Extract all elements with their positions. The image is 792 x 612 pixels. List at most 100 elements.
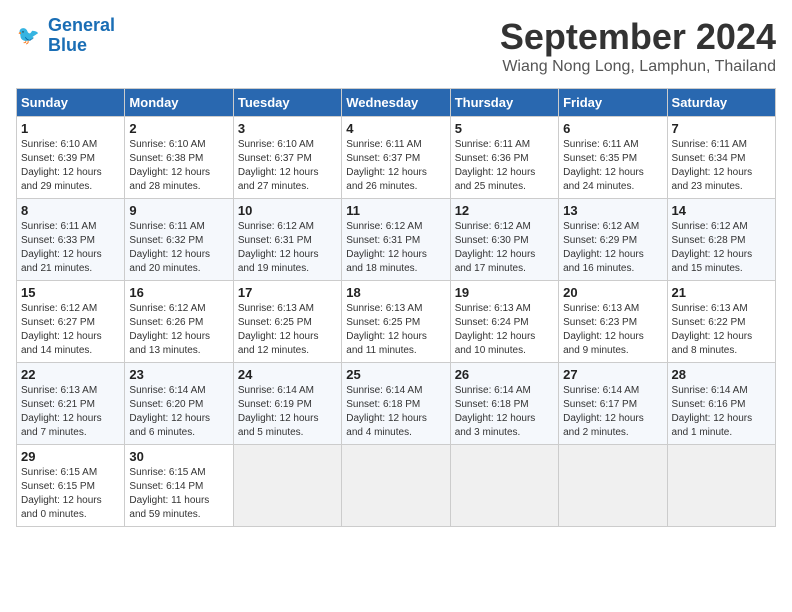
day-number: 25 xyxy=(346,367,445,382)
day-number: 7 xyxy=(672,121,771,136)
calendar-week-row: 15 Sunrise: 6:12 AMSunset: 6:27 PMDayligh… xyxy=(17,281,776,363)
day-number: 21 xyxy=(672,285,771,300)
day-number: 9 xyxy=(129,203,228,218)
calendar-cell: 28Sunrise: 6:14 AMSunset: 6:16 PMDayligh… xyxy=(667,363,775,445)
day-number: 24 xyxy=(238,367,337,382)
calendar-cell: 13 Sunrise: 6:12 AMSunset: 6:29 PMDayligh… xyxy=(559,199,667,281)
calendar-cell: 26 Sunrise: 6:14 AMSunset: 6:18 PMDayligh… xyxy=(450,363,558,445)
calendar-cell: 3 Sunrise: 6:10 AMSunset: 6:37 PMDaylight… xyxy=(233,117,341,199)
calendar-cell: 21 Sunrise: 6:13 AMSunset: 6:22 PMDayligh… xyxy=(667,281,775,363)
day-number: 15 xyxy=(21,285,120,300)
day-info: Sunrise: 6:14 AMSunset: 6:18 PMDaylight:… xyxy=(455,384,554,440)
calendar-cell: 30 Sunrise: 6:15 AMSunset: 6:14 PMDayligh… xyxy=(125,445,233,527)
calendar-cell xyxy=(233,445,341,527)
day-info: Sunrise: 6:13 AMSunset: 6:25 PMDaylight:… xyxy=(346,302,445,358)
calendar-cell: 15 Sunrise: 6:12 AMSunset: 6:27 PMDayligh… xyxy=(17,281,125,363)
day-info: Sunrise: 6:12 AMSunset: 6:31 PMDaylight:… xyxy=(346,220,445,276)
calendar-cell: 6 Sunrise: 6:11 AMSunset: 6:35 PMDaylight… xyxy=(559,117,667,199)
calendar-cell: 9 Sunrise: 6:11 AMSunset: 6:32 PMDaylight… xyxy=(125,199,233,281)
day-info: Sunrise: 6:13 AMSunset: 6:23 PMDaylight:… xyxy=(563,302,662,358)
day-info: Sunrise: 6:12 AMSunset: 6:28 PMDaylight:… xyxy=(672,220,771,276)
header-saturday: Saturday xyxy=(667,89,775,117)
calendar-cell: 14 Sunrise: 6:12 AMSunset: 6:28 PMDayligh… xyxy=(667,199,775,281)
calendar-cell: 10 Sunrise: 6:12 AMSunset: 6:31 PMDayligh… xyxy=(233,199,341,281)
calendar-week-row: 29Sunrise: 6:15 AMSunset: 6:15 PMDayligh… xyxy=(17,445,776,527)
day-info: Sunrise: 6:13 AMSunset: 6:24 PMDaylight:… xyxy=(455,302,554,358)
day-info: Sunrise: 6:12 AMSunset: 6:29 PMDaylight:… xyxy=(563,220,662,276)
day-number: 2 xyxy=(129,121,228,136)
day-number: 17 xyxy=(238,285,337,300)
day-number: 10 xyxy=(238,203,337,218)
page-header: 🐦 General Blue September 2024 Wiang Nong… xyxy=(16,16,776,76)
calendar-cell: 29Sunrise: 6:15 AMSunset: 6:15 PMDayligh… xyxy=(17,445,125,527)
calendar-cell xyxy=(342,445,450,527)
calendar-cell: 22 Sunrise: 6:13 AMSunset: 6:21 PMDayligh… xyxy=(17,363,125,445)
day-info: Sunrise: 6:13 AMSunset: 6:22 PMDaylight:… xyxy=(672,302,771,358)
day-info: Sunrise: 6:12 AMSunset: 6:30 PMDaylight:… xyxy=(455,220,554,276)
calendar-cell: 8 Sunrise: 6:11 AMSunset: 6:33 PMDaylight… xyxy=(17,199,125,281)
day-info: Sunrise: 6:11 AMSunset: 6:37 PMDaylight:… xyxy=(346,138,445,194)
logo: 🐦 General Blue xyxy=(16,16,115,56)
calendar-table: Sunday Monday Tuesday Wednesday Thursday… xyxy=(16,88,776,527)
day-number: 18 xyxy=(346,285,445,300)
day-info: Sunrise: 6:11 AMSunset: 6:32 PMDaylight:… xyxy=(129,220,228,276)
day-info: Sunrise: 6:12 AMSunset: 6:26 PMDaylight:… xyxy=(129,302,228,358)
calendar-cell: 12 Sunrise: 6:12 AMSunset: 6:30 PMDayligh… xyxy=(450,199,558,281)
calendar-cell: 24 Sunrise: 6:14 AMSunset: 6:19 PMDayligh… xyxy=(233,363,341,445)
day-info: Sunrise: 6:15 AMSunset: 6:14 PMDaylight:… xyxy=(129,466,228,522)
day-info: Sunrise: 6:11 AMSunset: 6:35 PMDaylight:… xyxy=(563,138,662,194)
day-number: 22 xyxy=(21,367,120,382)
day-number: 23 xyxy=(129,367,228,382)
logo-bird-icon: 🐦 xyxy=(16,22,44,50)
calendar-subtitle: Wiang Nong Long, Lamphun, Thailand xyxy=(500,58,776,76)
day-number: 16 xyxy=(129,285,228,300)
day-info: Sunrise: 6:14 AMSunset: 6:19 PMDaylight:… xyxy=(238,384,337,440)
day-number: 6 xyxy=(563,121,662,136)
day-info: Sunrise: 6:10 AMSunset: 6:38 PMDaylight:… xyxy=(129,138,228,194)
header-wednesday: Wednesday xyxy=(342,89,450,117)
day-info: Sunrise: 6:14 AMSunset: 6:17 PMDaylight:… xyxy=(563,384,662,440)
calendar-cell xyxy=(450,445,558,527)
calendar-title: September 2024 xyxy=(500,16,776,58)
day-number: 4 xyxy=(346,121,445,136)
header-sunday: Sunday xyxy=(17,89,125,117)
day-number: 19 xyxy=(455,285,554,300)
day-info: Sunrise: 6:14 AMSunset: 6:20 PMDaylight:… xyxy=(129,384,228,440)
calendar-cell: 4 Sunrise: 6:11 AMSunset: 6:37 PMDaylight… xyxy=(342,117,450,199)
day-number: 11 xyxy=(346,203,445,218)
calendar-cell xyxy=(667,445,775,527)
calendar-cell: 18 Sunrise: 6:13 AMSunset: 6:25 PMDayligh… xyxy=(342,281,450,363)
logo-text: General Blue xyxy=(48,16,115,56)
day-number: 3 xyxy=(238,121,337,136)
day-number: 8 xyxy=(21,203,120,218)
day-number: 26 xyxy=(455,367,554,382)
calendar-cell: 11 Sunrise: 6:12 AMSunset: 6:31 PMDayligh… xyxy=(342,199,450,281)
weekday-header-row: Sunday Monday Tuesday Wednesday Thursday… xyxy=(17,89,776,117)
day-info: Sunrise: 6:10 AMSunset: 6:39 PMDaylight:… xyxy=(21,138,120,194)
calendar-week-row: 8 Sunrise: 6:11 AMSunset: 6:33 PMDaylight… xyxy=(17,199,776,281)
day-number: 12 xyxy=(455,203,554,218)
day-number: 5 xyxy=(455,121,554,136)
day-info: Sunrise: 6:12 AMSunset: 6:31 PMDaylight:… xyxy=(238,220,337,276)
calendar-cell: 7 Sunrise: 6:11 AMSunset: 6:34 PMDaylight… xyxy=(667,117,775,199)
day-info: Sunrise: 6:13 AMSunset: 6:25 PMDaylight:… xyxy=(238,302,337,358)
day-info: Sunrise: 6:11 AMSunset: 6:33 PMDaylight:… xyxy=(21,220,120,276)
day-info: Sunrise: 6:13 AMSunset: 6:21 PMDaylight:… xyxy=(21,384,120,440)
calendar-cell xyxy=(559,445,667,527)
calendar-cell: 5Sunrise: 6:11 AMSunset: 6:36 PMDaylight… xyxy=(450,117,558,199)
day-number: 27 xyxy=(563,367,662,382)
title-block: September 2024 Wiang Nong Long, Lamphun,… xyxy=(500,16,776,76)
day-number: 30 xyxy=(129,449,228,464)
header-tuesday: Tuesday xyxy=(233,89,341,117)
day-info: Sunrise: 6:11 AMSunset: 6:34 PMDaylight:… xyxy=(672,138,771,194)
calendar-week-row: 22 Sunrise: 6:13 AMSunset: 6:21 PMDayligh… xyxy=(17,363,776,445)
calendar-cell: 1Sunrise: 6:10 AMSunset: 6:39 PMDaylight… xyxy=(17,117,125,199)
day-info: Sunrise: 6:10 AMSunset: 6:37 PMDaylight:… xyxy=(238,138,337,194)
day-number: 29 xyxy=(21,449,120,464)
calendar-cell: 23 Sunrise: 6:14 AMSunset: 6:20 PMDayligh… xyxy=(125,363,233,445)
day-number: 14 xyxy=(672,203,771,218)
day-number: 13 xyxy=(563,203,662,218)
calendar-cell: 19 Sunrise: 6:13 AMSunset: 6:24 PMDayligh… xyxy=(450,281,558,363)
calendar-cell: 27 Sunrise: 6:14 AMSunset: 6:17 PMDayligh… xyxy=(559,363,667,445)
day-info: Sunrise: 6:12 AMSunset: 6:27 PMDaylight:… xyxy=(21,302,120,358)
